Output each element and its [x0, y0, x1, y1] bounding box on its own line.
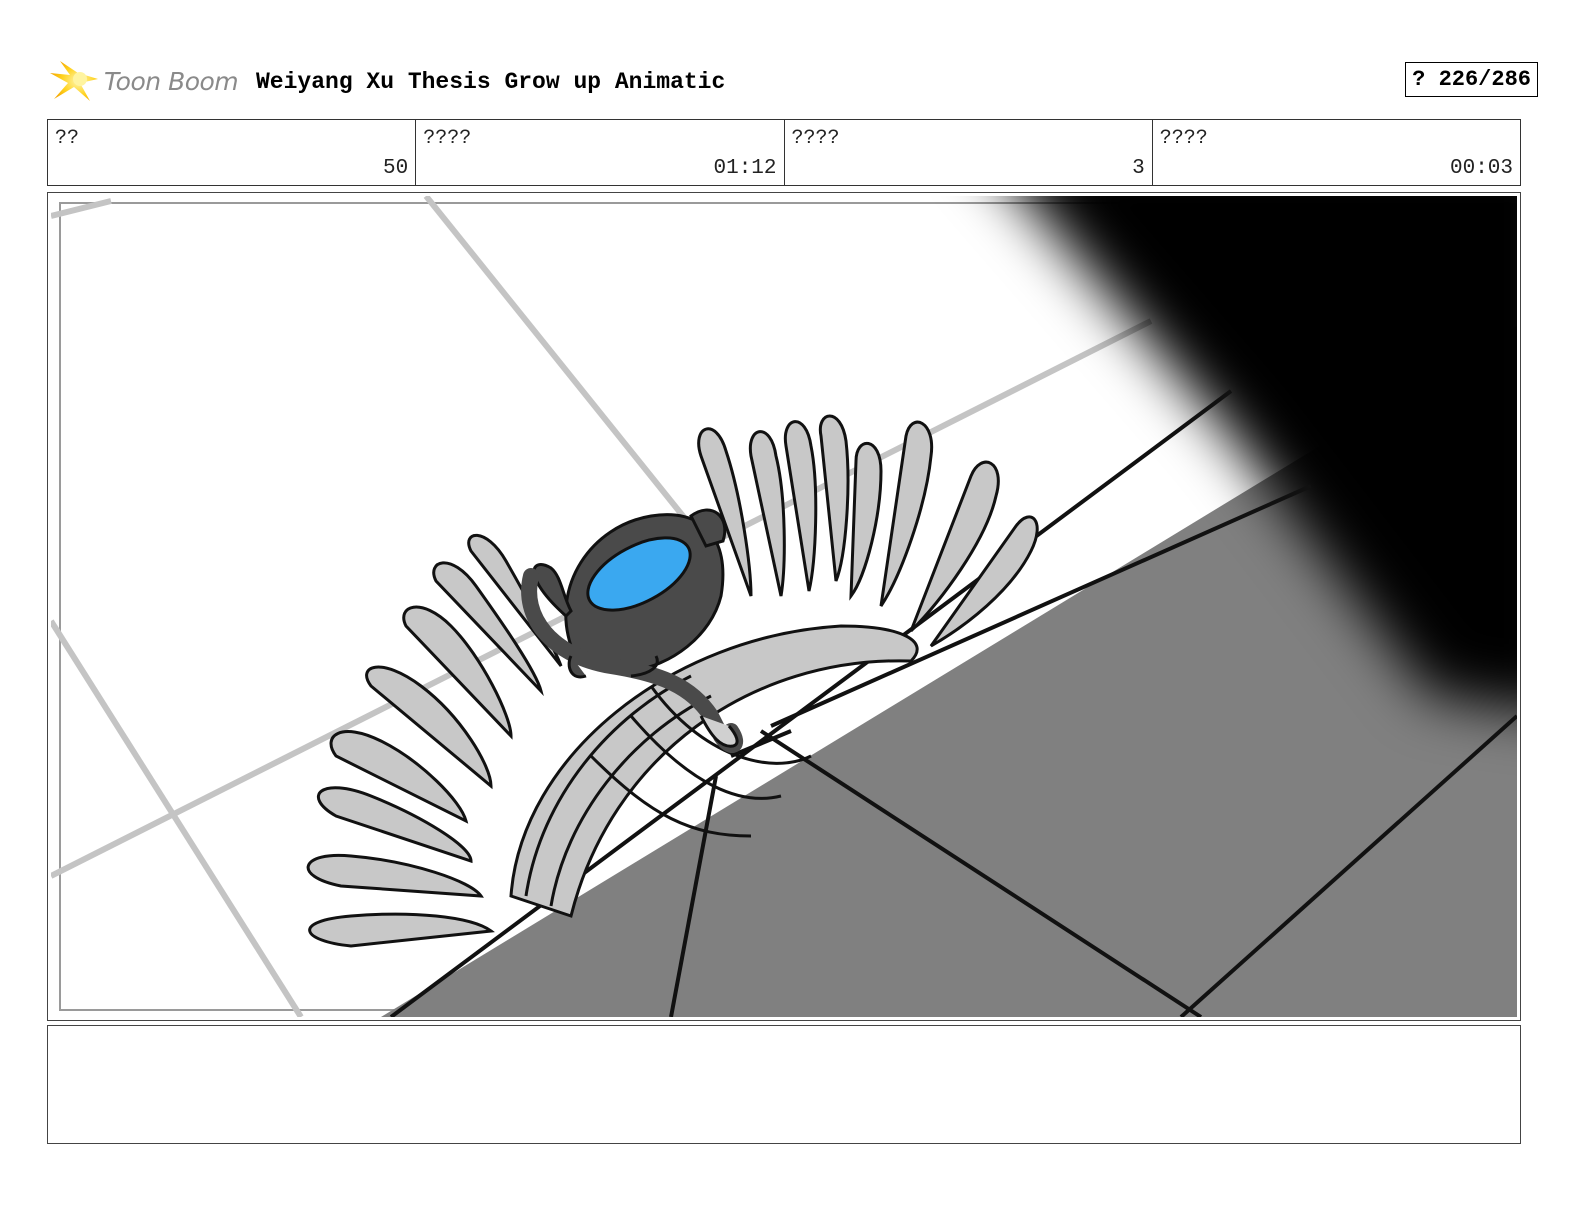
toon-boom-star-icon [50, 61, 98, 101]
panel-drawing [51, 196, 1517, 1017]
info-value: 00:03 [1449, 157, 1513, 180]
info-cell-scene: ?? 50 [48, 120, 417, 185]
project-title: Weiyang Xu Thesis Grow up Animatic [256, 69, 726, 95]
info-value: 50 [383, 157, 409, 180]
info-label: ???? [1159, 127, 1208, 150]
toon-boom-logo: Toon Boom [50, 59, 239, 103]
panel-info-row: ?? 50 ???? 01:12 ???? 3 ???? 00:03 [47, 119, 1521, 186]
info-label: ???? [423, 127, 472, 150]
info-cell-panel-duration: ???? 00:03 [1153, 120, 1520, 185]
panel-notes-box [47, 1025, 1521, 1144]
info-label: ?? [55, 127, 80, 150]
info-value: 3 [1132, 157, 1145, 180]
info-value: 01:12 [713, 157, 777, 180]
info-cell-panel: ???? 3 [785, 120, 1153, 185]
storyboard-panel [47, 192, 1521, 1021]
info-cell-total-duration: ???? 01:12 [416, 120, 785, 185]
logo-wordmark: Toon Boom [104, 66, 239, 96]
info-label: ???? [791, 127, 840, 150]
storyboard-header: Toon Boom Weiyang Xu Thesis Grow up Anim… [50, 55, 1538, 107]
page-counter: ? 226/286 [1405, 62, 1538, 97]
